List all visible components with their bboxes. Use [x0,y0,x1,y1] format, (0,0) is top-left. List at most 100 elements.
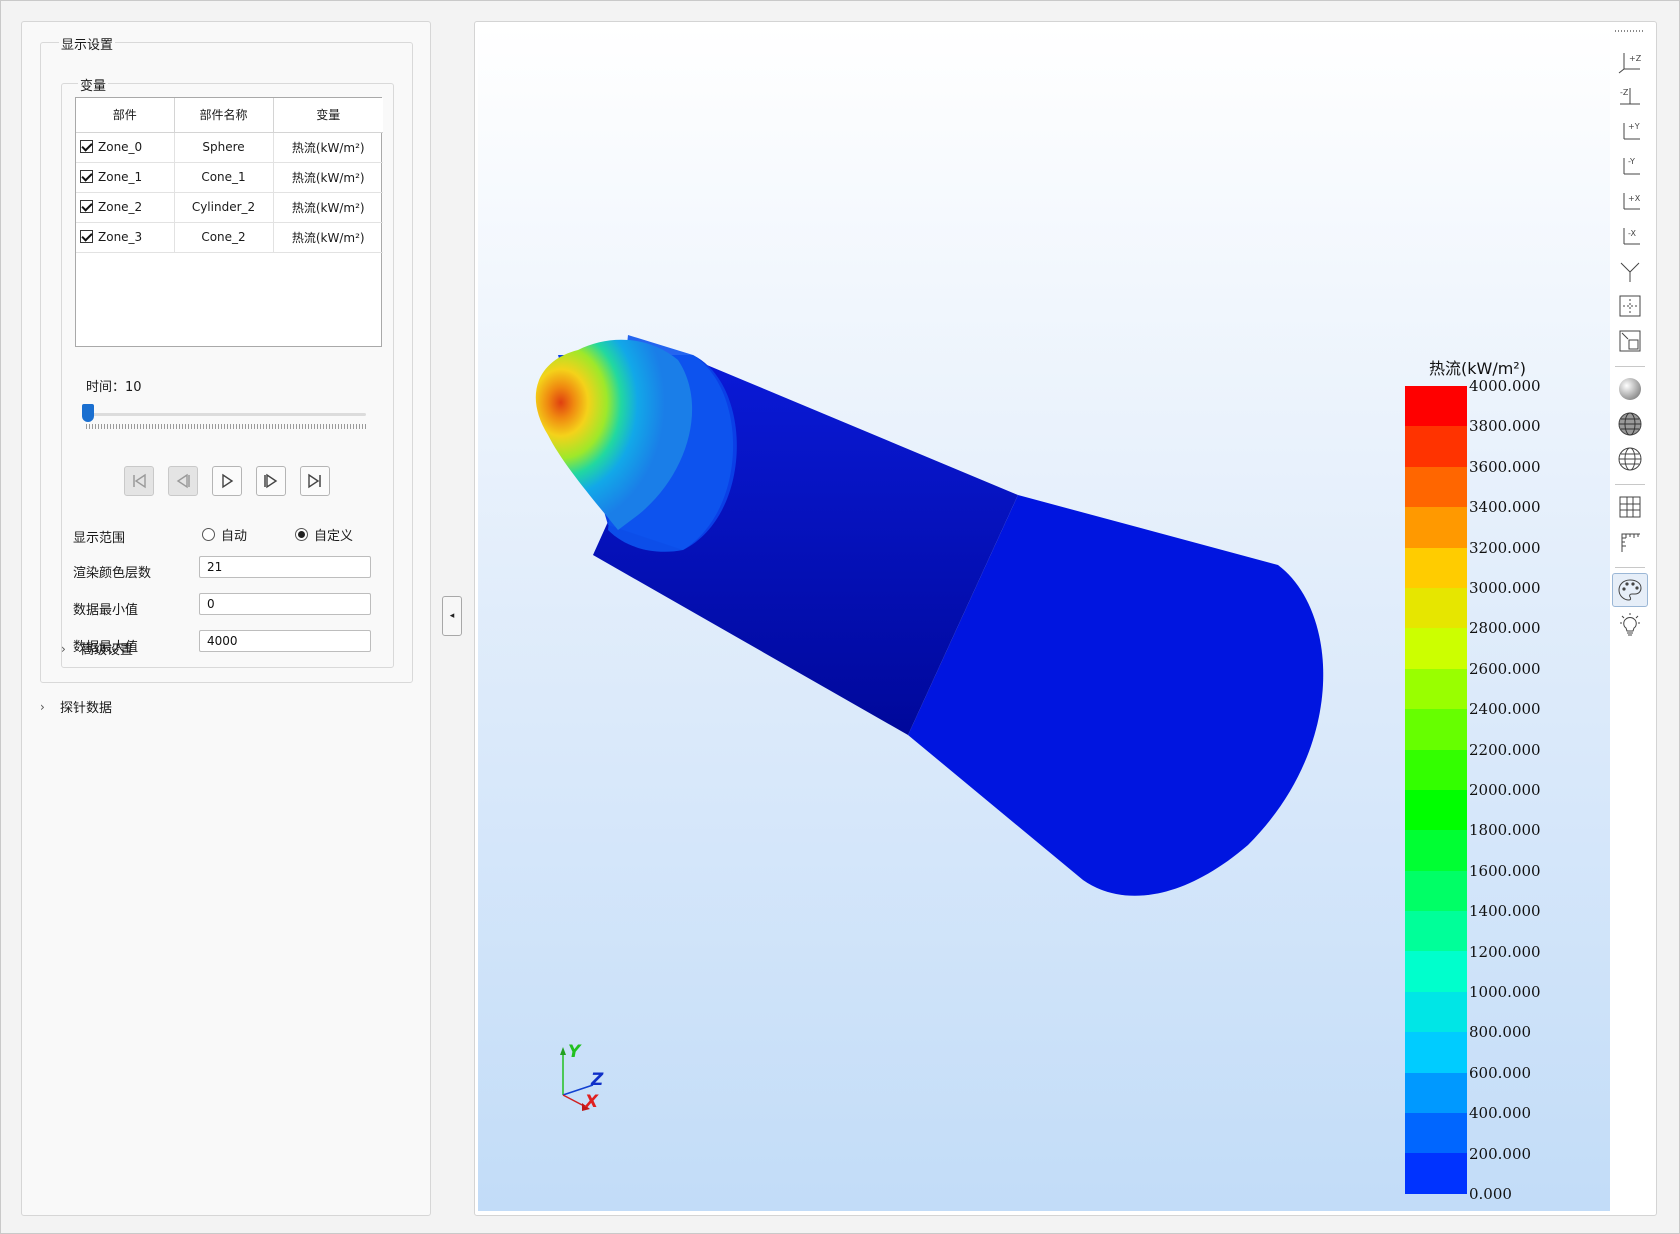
table-row[interactable]: Zone_2 Cylinder_2 热流(kW/m²) [76,192,383,223]
legend-color-band [1405,466,1467,508]
range-auto-label: 自动 [221,529,248,544]
fit-view-icon [1619,295,1641,317]
color-levels-label: 渲染颜色层数 [73,566,152,581]
range-auto-radio[interactable]: 自动 [202,525,247,544]
view-minus-y-button[interactable]: -Y [1612,149,1648,183]
variable-name: 热流(kW/m²) [273,162,383,193]
zone-name: Zone_1 [98,170,143,184]
first-frame-icon [133,473,146,489]
view-plus-z-button[interactable]: +Z [1612,44,1648,78]
legend-tick-label: 2200.000 [1469,740,1541,759]
view-plus-y-button[interactable]: +Y [1612,114,1648,148]
isometric-view-icon [1620,262,1640,282]
row-checkbox[interactable] [80,200,93,213]
view-plus-y-icon: +Y [1623,122,1640,140]
legend-color-band [1405,668,1467,710]
legend-tick-label: 4000.000 [1469,377,1541,395]
variable-name: 热流(kW/m²) [273,192,383,223]
legend-title: 热流(kW/m²) [1429,359,1526,378]
svg-text:-Z: -Z [1620,88,1629,97]
wireframe-render-button[interactable] [1612,407,1648,441]
step-back-button[interactable] [168,466,198,496]
view-toolbar: +Z -Z +Y -Y +X -X [1612,28,1648,648]
toolbar-separator [1615,484,1645,485]
row-checkbox[interactable] [80,230,93,243]
grid-button[interactable] [1612,490,1648,524]
lighting-button[interactable] [1612,608,1648,642]
time-slider-handle[interactable] [82,404,94,422]
axis-y-label: Y [568,1042,582,1062]
column-header-variable[interactable]: 变量 [273,98,383,133]
toolbar-grip [1615,30,1645,32]
variable-table: 部件 部件名称 变量 Zone_0 Sphere 热流(kW/m²) Zone_… [75,97,383,347]
legend-tick-label: 3200.000 [1469,538,1541,557]
legend-color-band [1405,507,1467,548]
mesh-render-button[interactable] [1612,442,1648,476]
variable-name: 热流(kW/m²) [273,222,383,253]
legend-tick-label: 3800.000 [1469,417,1541,436]
last-frame-button[interactable] [300,466,330,496]
variable-group: 变量 部件 部件名称 变量 Zone_0 Sphere 热流(kW/m²) Zo… [61,75,394,668]
last-frame-icon [308,473,321,489]
zone-name: Zone_2 [98,200,143,214]
range-custom-radio[interactable]: 自定义 [295,525,353,544]
palette-icon [1618,579,1642,601]
ruler-button[interactable] [1612,525,1648,559]
probe-data-expander[interactable]: › 探针数据 [40,697,112,717]
color-levels-input[interactable] [199,556,371,578]
time-slider-track[interactable] [86,413,366,416]
legend-tick-label: 1000.000 [1469,983,1541,1001]
legend-color-band [1405,386,1467,427]
advanced-settings-expander[interactable]: › 高级设置 [61,639,133,659]
isometric-view-button[interactable] [1612,254,1648,288]
step-forward-button[interactable] [256,466,286,496]
min-value-label: 数据最小值 [73,603,139,618]
column-header-part[interactable]: 部件 [76,98,175,133]
legend-tick-label: 2800.000 [1469,619,1541,638]
part-name: Cylinder_2 [174,192,274,223]
zoom-box-icon [1619,330,1641,352]
zoom-box-button[interactable] [1612,324,1648,358]
first-frame-button[interactable] [124,466,154,496]
collapse-panel-button[interactable]: ◂ [442,596,462,636]
max-value-input[interactable] [199,630,371,652]
table-row[interactable]: Zone_1 Cone_1 热流(kW/m²) [76,162,383,193]
legend-tick-label: 3000.000 [1469,579,1541,597]
view-plus-x-button[interactable]: +X [1612,184,1648,218]
solid-sphere-icon [1619,378,1641,400]
legend-tick-label: 2000.000 [1469,781,1541,799]
legend-tick-label: 800.000 [1469,1023,1532,1042]
row-checkbox[interactable] [80,140,93,153]
svg-text:+Y: +Y [1628,122,1640,131]
settings-panel: 显示设置 变量 部件 部件名称 变量 Zone_0 Sphere 热流(kW/m… [21,21,431,1216]
legend-tick-label: 2400.000 [1469,700,1541,719]
step-forward-icon [264,473,278,489]
view-minus-z-icon: -Z [1620,88,1640,105]
legend-tick-label: 1800.000 [1469,821,1541,840]
fit-view-button[interactable] [1612,289,1648,323]
legend-color-band [1405,628,1467,669]
solid-render-button[interactable] [1612,372,1648,406]
grid-icon [1619,496,1641,518]
axis-z-label: Z [590,1070,604,1090]
play-button[interactable] [212,466,242,496]
color-legend-bar [1405,386,1467,1194]
zone-name: Zone_0 [98,140,143,154]
legend-color-band [1405,789,1467,831]
row-checkbox[interactable] [80,170,93,183]
table-row[interactable]: Zone_0 Sphere 热流(kW/m²) [76,132,383,163]
display-settings-group: 显示设置 变量 部件 部件名称 变量 Zone_0 Sphere 热流(kW/m… [40,34,413,683]
mesh-sphere-icon [1618,447,1642,471]
view-minus-z-button[interactable]: -Z [1612,79,1648,113]
legend-color-band [1405,1072,1467,1114]
chevron-right-icon: › [61,641,66,656]
legend-tick-label: 1400.000 [1469,902,1541,921]
view-minus-x-button[interactable]: -X [1612,219,1648,253]
svg-text:-X: -X [1628,229,1636,238]
legend-tick-label: 1600.000 [1469,861,1541,880]
table-row[interactable]: Zone_3 Cone_2 热流(kW/m²) [76,222,383,253]
color-map-button[interactable] [1612,573,1648,607]
min-value-input[interactable] [199,593,371,615]
column-header-part-name[interactable]: 部件名称 [174,98,274,133]
3d-viewport[interactable]: Y Z X 热流(kW/m²) 4000.000 3800.000 3600.000… [478,25,1610,1211]
